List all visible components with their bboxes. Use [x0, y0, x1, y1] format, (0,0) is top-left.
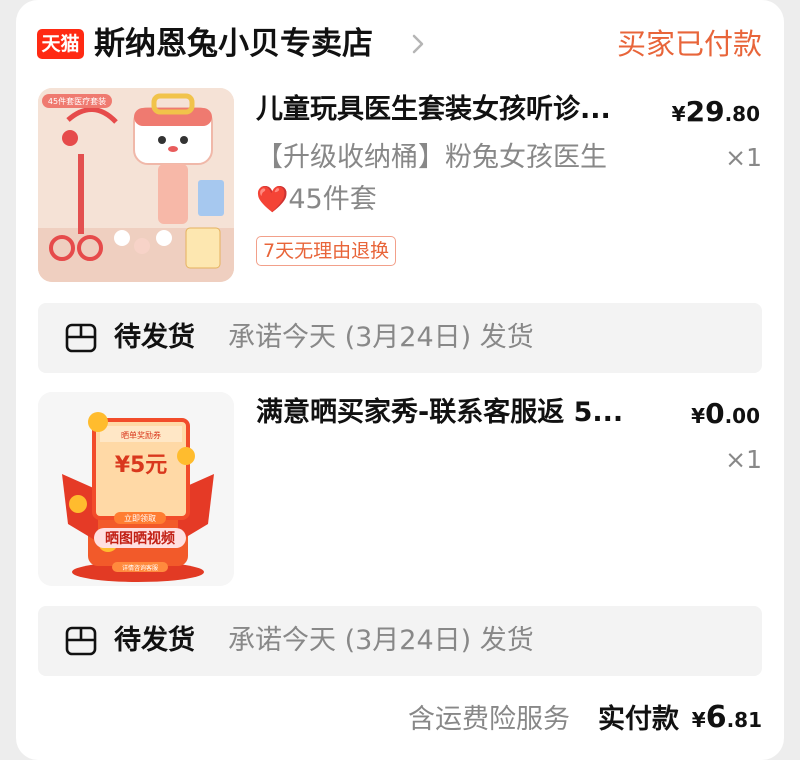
product-image-doctor-kit[interactable]: 45件套医疗套装 [38, 88, 234, 282]
coupon-footer: 详情咨询客服 [122, 564, 158, 572]
item-quantity: ×1 [725, 445, 762, 474]
shipping-promise: 承诺今天 (3月24日) 发货 [228, 322, 534, 353]
product-image-caption: 45件套医疗套装 [48, 96, 106, 106]
tmall-logo-icon: 天猫 [37, 29, 84, 59]
shop-name[interactable]: 斯纳恩兔小贝专卖店 [94, 22, 373, 66]
shop-header[interactable]: 天猫 斯纳恩兔小贝专卖店 买家已付款 [16, 0, 784, 84]
package-box-icon [65, 323, 97, 353]
heart-icon: ❤️ [256, 185, 289, 215]
coupon-value: ¥5元 [115, 453, 168, 478]
total-amount: ¥6.81 [691, 700, 762, 735]
item-price: ¥0.00 [691, 397, 760, 430]
shipping-status-bar[interactable]: 待发货 承诺今天 (3月24日) 发货 [38, 606, 762, 676]
item-price: ¥29.80 [671, 95, 760, 128]
insurance-note: 含运费险服务 [408, 704, 570, 735]
item-title[interactable]: 满意晒买家秀-联系客服返 5... [256, 393, 623, 433]
product-image-cashback-coupon[interactable]: 晒单奖励券 ¥5元 立即领取 晒图晒视频 详情咨询客服 [38, 392, 234, 586]
item-title[interactable]: 儿童玩具医生套装女孩听诊... [256, 90, 611, 130]
item-spec: 【升级收纳桶】粉兔女孩医生 ❤️45件套 [256, 142, 607, 215]
coupon-title: 晒单奖励券 [121, 430, 161, 440]
order-status: 买家已付款 [616, 27, 762, 61]
item-quantity: ×1 [725, 143, 762, 172]
return-policy-tag: 7天无理由退换 [256, 236, 397, 266]
shipping-status-bar[interactable]: 待发货 承诺今天 (3月24日) 发货 [38, 303, 762, 373]
coupon-banner: 晒图晒视频 [105, 530, 175, 547]
package-box-icon [65, 626, 97, 656]
shipping-status: 待发货 [114, 625, 195, 656]
chevron-right-icon[interactable] [408, 30, 428, 58]
order-card: 天猫 斯纳恩兔小贝专卖店 买家已付款 45件套医疗套装 儿童玩具医生套装女孩听诊… [16, 0, 784, 760]
shipping-status: 待发货 [114, 322, 195, 353]
coupon-claim: 立即领取 [124, 513, 156, 523]
shipping-promise: 承诺今天 (3月24日) 发货 [228, 625, 534, 656]
total-label: 实付款 [598, 704, 679, 735]
